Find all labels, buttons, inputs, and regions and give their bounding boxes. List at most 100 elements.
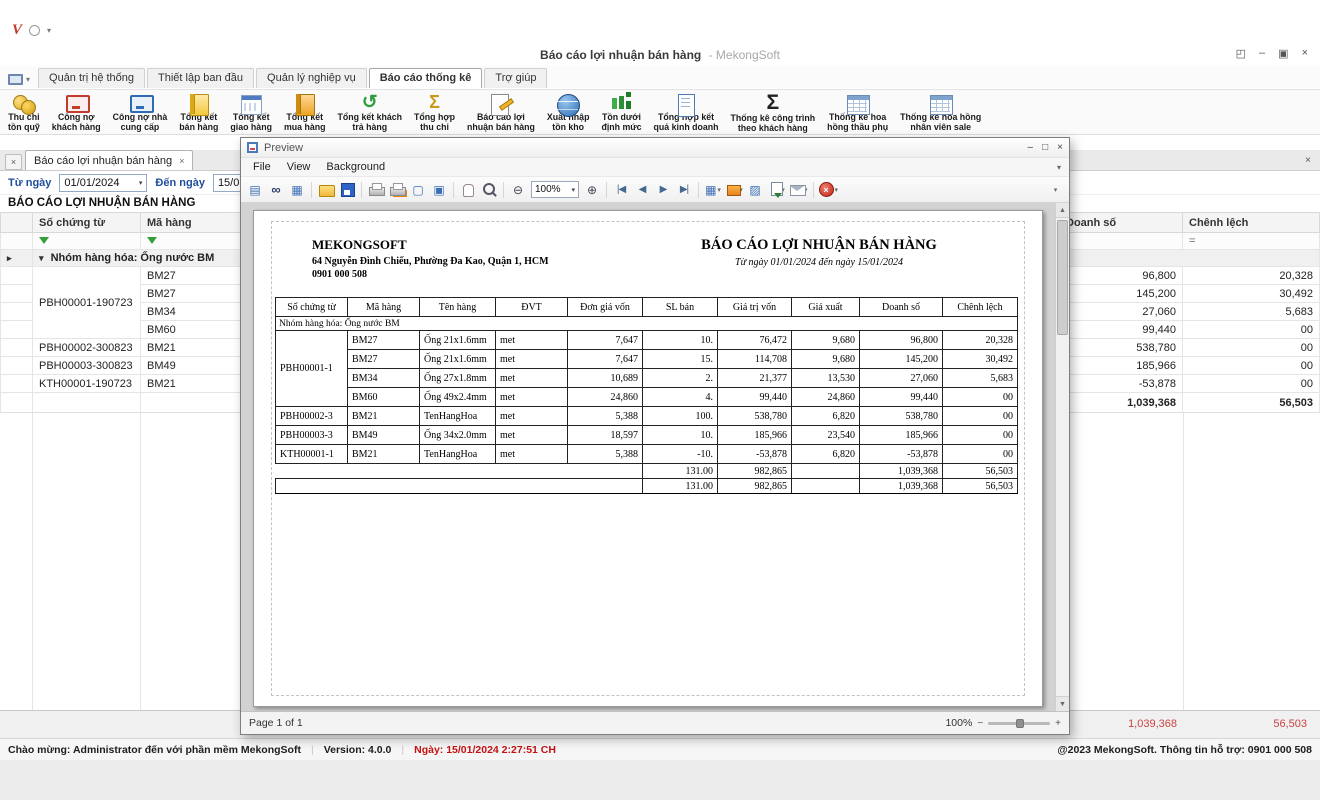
zoom-in-icon[interactable]: + xyxy=(1055,718,1061,729)
close-icon[interactable]: × xyxy=(179,156,184,166)
button-tong-ket-mua-hang[interactable]: Tổng kết mua hàng xyxy=(278,91,332,133)
zoom-out-button[interactable]: ⊖ xyxy=(508,179,528,200)
scale-button[interactable]: ▣ xyxy=(429,179,449,200)
tab-quan-tri-he-thong[interactable]: Quản trị hệ thống xyxy=(38,68,145,88)
print-button[interactable] xyxy=(366,179,386,200)
close-icon[interactable]: × xyxy=(1057,142,1063,153)
close-preview-button[interactable]: ×▾ xyxy=(818,179,840,200)
col-header-doanh-so[interactable]: Doanh số xyxy=(1060,213,1183,233)
button-tong-hop-ket-qua-kinh-doanh[interactable]: Tổng hợp kết quả kinh doanh xyxy=(648,91,725,133)
open-button[interactable] xyxy=(316,179,336,200)
zoom-in-button[interactable]: ⊕ xyxy=(582,179,602,200)
tab-thiet-lap-ban-dau[interactable]: Thiết lập ban đầu xyxy=(147,68,254,88)
cell: KTH00001-1 xyxy=(276,445,348,464)
cell-chenh-lech: 20,328 xyxy=(1183,267,1320,285)
menu-background[interactable]: Background xyxy=(318,160,393,174)
vertical-scrollbar[interactable]: ▲ ▼ xyxy=(1055,203,1069,711)
from-date-input[interactable]: 01/01/2024 ▾ xyxy=(59,174,147,192)
page-setup-button[interactable]: ▢ xyxy=(408,179,428,200)
magnifier-button[interactable] xyxy=(479,179,499,200)
maximize-icon[interactable]: □ xyxy=(1042,142,1048,153)
filter-cell[interactable]: = xyxy=(1183,233,1320,250)
filter-cell[interactable] xyxy=(1,233,33,250)
next-page-button[interactable]: ▶ xyxy=(653,179,673,200)
zoom-slider-track[interactable] xyxy=(988,722,1050,725)
button-tong-ket-ban-hang[interactable]: Tổng kết bán hàng xyxy=(173,91,224,133)
chevron-down-icon[interactable]: ▾ xyxy=(47,26,51,35)
filter-cell[interactable] xyxy=(1060,233,1183,250)
row-expander-icon[interactable]: ▸ xyxy=(7,253,12,263)
zoom-slider-thumb[interactable] xyxy=(1016,719,1024,728)
button-thong-ke-hoa-hong-thau-phu[interactable]: Thống kê hoa hồng thầu phụ xyxy=(821,91,894,133)
col-header-chenh-lech[interactable]: Chênh lệch xyxy=(1183,213,1320,233)
quick-print-button[interactable] xyxy=(387,179,407,200)
tab-bao-cao-thong-ke[interactable]: Báo cáo thống kê xyxy=(369,68,483,88)
button-label: tồn kho xyxy=(552,123,584,133)
tab-quan-ly-nghiep-vu[interactable]: Quản lý nghiệp vụ xyxy=(256,68,367,88)
group-collapse-icon[interactable]: ▾ xyxy=(39,253,44,263)
filter-cell[interactable] xyxy=(33,233,141,250)
maximize-icon[interactable]: ▣ xyxy=(1278,47,1288,60)
thumbnails-button[interactable]: ▦ xyxy=(287,179,307,200)
tab-bao-cao-loi-nhuan-ban-hang[interactable]: Báo cáo lợi nhuận bán hàng × xyxy=(25,150,193,170)
export-button[interactable]: ▾ xyxy=(766,179,786,200)
close-tab-button[interactable]: × xyxy=(5,154,22,170)
scroll-down-icon[interactable]: ▼ xyxy=(1056,696,1069,711)
filter-cell[interactable] xyxy=(141,233,256,250)
send-email-button[interactable]: ▾ xyxy=(787,179,809,200)
system-menu[interactable]: ▾ xyxy=(8,74,30,85)
close-icon[interactable]: × xyxy=(1305,155,1311,166)
close-icon[interactable]: × xyxy=(1302,47,1308,60)
button-xuat-nhap-ton-kho[interactable]: Xuất nhập tồn kho xyxy=(541,91,596,133)
multiple-pages-button[interactable]: ▦▾ xyxy=(703,179,723,200)
zoom-out-icon[interactable]: − xyxy=(977,718,983,729)
button-label: trả hàng xyxy=(352,123,387,133)
cell: Ống 34x2.0mm xyxy=(420,426,496,445)
menu-file[interactable]: File xyxy=(245,160,279,174)
button-bao-cao-loi-nhuan-ban-hang[interactable]: Báo cáo lợi nhuận bán hàng xyxy=(461,91,541,133)
previous-page-button[interactable]: ◀ xyxy=(632,179,652,200)
status-bar: Chào mừng: Administrator đến với phần mề… xyxy=(0,738,1320,760)
report-col-header: Số chứng từ xyxy=(276,298,348,317)
zoom-level-combo[interactable]: 100% ▾ xyxy=(531,181,579,198)
chevron-down-icon: ▾ xyxy=(26,75,30,84)
minimize-icon[interactable]: – xyxy=(1259,47,1265,60)
find-button[interactable]: ∞ xyxy=(266,179,286,200)
first-page-button[interactable]: |◀ xyxy=(611,179,631,200)
button-tong-hop-thu-chi[interactable]: Σ Tổng hợp thu chi xyxy=(408,91,461,133)
filter-funnel-icon[interactable] xyxy=(147,237,157,244)
toolbar-options-button[interactable]: ▾ xyxy=(1045,179,1065,200)
button-ton-duoi-dinh-muc[interactable]: Tồn dưới định mức xyxy=(595,91,647,133)
report-col-header: ĐVT xyxy=(496,298,568,317)
preview-titlebar[interactable]: Preview – □ × xyxy=(241,138,1069,158)
tab-tro-giup[interactable]: Trợ giúp xyxy=(484,68,547,88)
col-header-ma-hang[interactable]: Mã hàng xyxy=(141,213,256,233)
hand-tool-button[interactable] xyxy=(458,179,478,200)
document-map-button[interactable]: ▤ xyxy=(245,179,265,200)
button-cong-no-nha-cung-cap[interactable]: Công nợ nhà cung cấp xyxy=(107,91,174,133)
equals-operator[interactable]: = xyxy=(1189,235,1195,247)
minimize-icon[interactable]: – xyxy=(1028,142,1034,153)
scroll-up-icon[interactable]: ▲ xyxy=(1056,203,1069,218)
restore-icon[interactable]: ◰ xyxy=(1236,47,1246,60)
col-header-so-chung-tu[interactable]: Số chứng từ xyxy=(33,213,141,233)
cell: 24,860 xyxy=(568,388,643,407)
last-page-button[interactable]: ▶| xyxy=(674,179,694,200)
button-thong-ke-hoa-hong-nhan-vien-sale[interactable]: Thống kê hoa hồng nhân viên sale xyxy=(894,91,987,133)
button-tong-ket-khach-tra-hang[interactable]: ↺ Tổng kết khách trả hàng xyxy=(332,91,409,133)
button-cong-no-khach-hang[interactable]: Công nợ khách hàng xyxy=(46,91,107,133)
button-thu-chi-ton-quy[interactable]: Thu chi tồn quỹ xyxy=(2,91,46,133)
chevron-down-icon[interactable]: ▾ xyxy=(139,179,143,187)
menu-view[interactable]: View xyxy=(279,160,319,174)
gutter-cell xyxy=(1,339,33,357)
cell: 99,440 xyxy=(860,388,943,407)
button-tong-ket-giao-hang[interactable]: Tổng kết giao hàng xyxy=(224,91,278,133)
watermark-button[interactable]: ▨ xyxy=(745,179,765,200)
button-thong-ke-cong-trinh[interactable]: Σ Thống kê công trình theo khách hàng xyxy=(725,91,822,133)
save-button[interactable] xyxy=(337,179,357,200)
scrollbar-thumb[interactable] xyxy=(1057,220,1068,335)
page-color-button[interactable]: ▾ xyxy=(724,179,744,200)
filter-funnel-icon[interactable] xyxy=(39,237,49,244)
chevron-down-icon[interactable]: ▾ xyxy=(1057,163,1065,172)
record-circle-icon[interactable] xyxy=(29,25,40,36)
